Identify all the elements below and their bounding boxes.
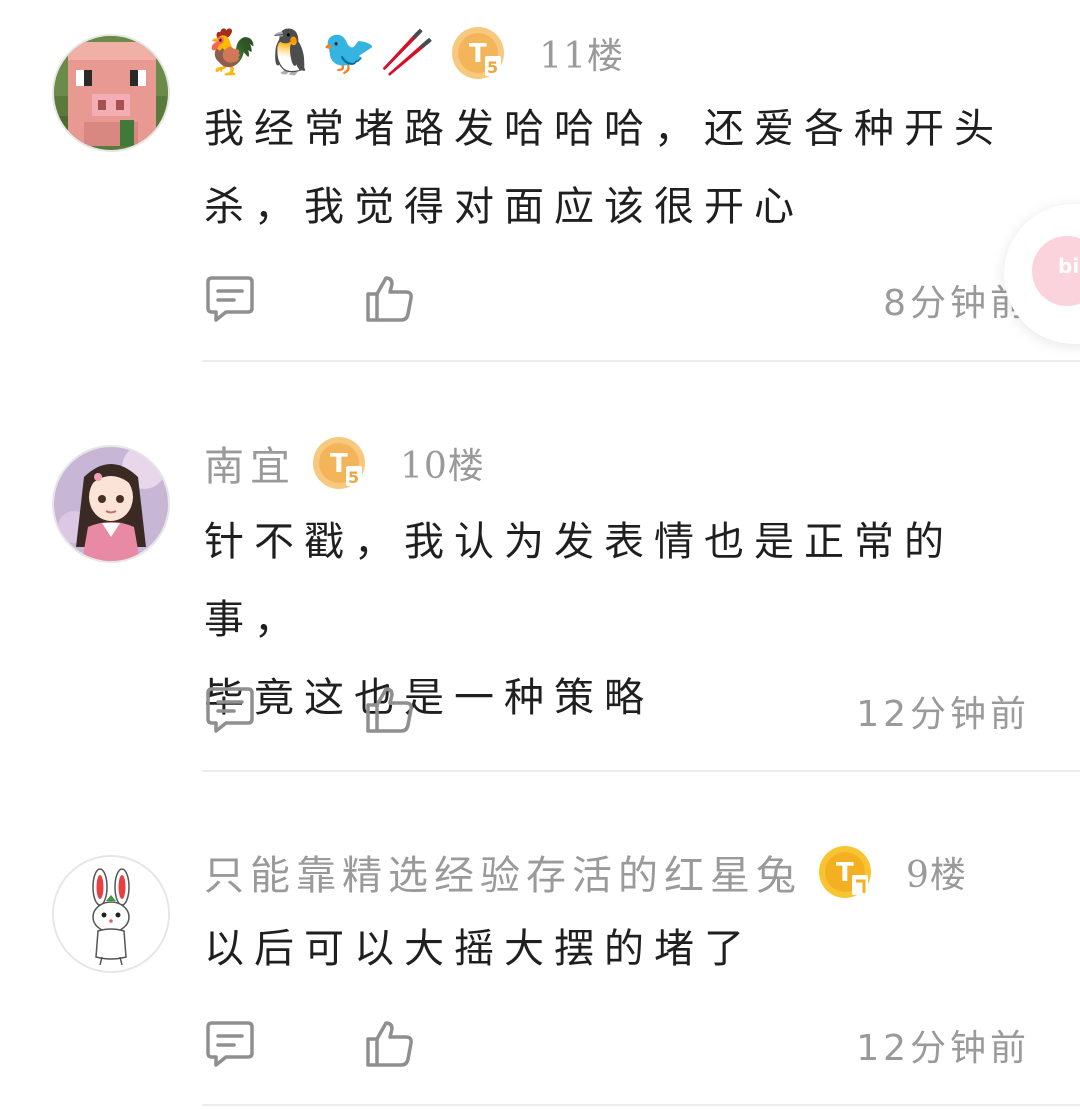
- rabbit-avatar-icon: [54, 857, 168, 971]
- comment-divider: [202, 1104, 1080, 1106]
- thumbs-up-icon[interactable]: [364, 683, 416, 735]
- level-badge-icon: T 5: [313, 437, 365, 489]
- comment-timestamp: 12分钟前: [856, 1028, 1030, 1069]
- level-badge-icon: T: [819, 846, 871, 898]
- user-avatar[interactable]: [52, 34, 170, 152]
- thumbs-up-icon[interactable]: [364, 272, 416, 324]
- comment-text-line: 杀，我觉得对面应该很开心: [204, 184, 804, 230]
- comment-content: 以后可以大摇大摆的堵了: [204, 910, 1004, 988]
- comment-text-line: 针不戳，我认为发表情也是正常的事，: [204, 519, 954, 643]
- comment-meta: 🐓 🐧 🐦 🥢 T 5 11楼: [204, 23, 624, 83]
- anime-girl-avatar-icon: [54, 447, 168, 561]
- rooster-icon: 🐓: [204, 27, 259, 78]
- comment-list-page: 🐓 🐧 🐦 🥢 T 5 11楼 我经常堵路发哈哈哈，还爱各种开头 杀，我觉得对面…: [0, 0, 1080, 1109]
- svg-text:T: T: [469, 39, 487, 69]
- comment-meta: 只能靠精选经验存活的红星兔 T 9楼: [204, 842, 967, 902]
- floor-number: 10楼: [400, 446, 485, 487]
- comment-timestamp: 12分钟前: [856, 694, 1030, 735]
- penguin-icon: 🐧: [262, 27, 318, 78]
- floor-number: 9楼: [906, 855, 967, 896]
- svg-text:T: T: [330, 449, 348, 479]
- comment-actions: 12分钟前: [204, 1017, 1030, 1073]
- floor-number: 11楼: [539, 36, 624, 77]
- comment-text-line: 我经常堵路发哈哈哈，还爱各种开头: [204, 106, 1004, 152]
- comment-meta: 南宜 T 5 10楼: [204, 433, 485, 493]
- pig-avatar-icon: [54, 36, 168, 150]
- comment-actions: 12分钟前: [204, 683, 1030, 739]
- comment-divider: [202, 770, 1080, 772]
- svg-text:5: 5: [487, 58, 498, 77]
- user-avatar[interactable]: [52, 445, 170, 563]
- username[interactable]: 只能靠精选经验存活的红星兔: [204, 843, 802, 901]
- svg-text:5: 5: [348, 468, 359, 487]
- comment-actions: 8分钟前: [204, 272, 1030, 328]
- reply-icon[interactable]: [204, 683, 256, 735]
- bird-icon: 🐦: [321, 27, 377, 78]
- comment-text-line: 以后可以大摇大摆的堵了: [204, 926, 754, 972]
- username[interactable]: 南宜: [204, 434, 296, 492]
- reply-icon[interactable]: [204, 1017, 256, 1069]
- user-avatar[interactable]: [52, 855, 170, 973]
- thumbs-up-icon[interactable]: [364, 1017, 416, 1069]
- comment-content: 我经常堵路发哈哈哈，还爱各种开头 杀，我觉得对面应该很开心: [204, 90, 1004, 246]
- svg-text:T: T: [836, 858, 854, 888]
- comment-divider: [202, 360, 1080, 362]
- chopsticks-icon: 🥢: [380, 27, 436, 78]
- bilibili-logo-icon: bili: [1058, 254, 1080, 278]
- level-badge-icon: T 5: [452, 27, 505, 79]
- reply-icon[interactable]: [204, 272, 256, 324]
